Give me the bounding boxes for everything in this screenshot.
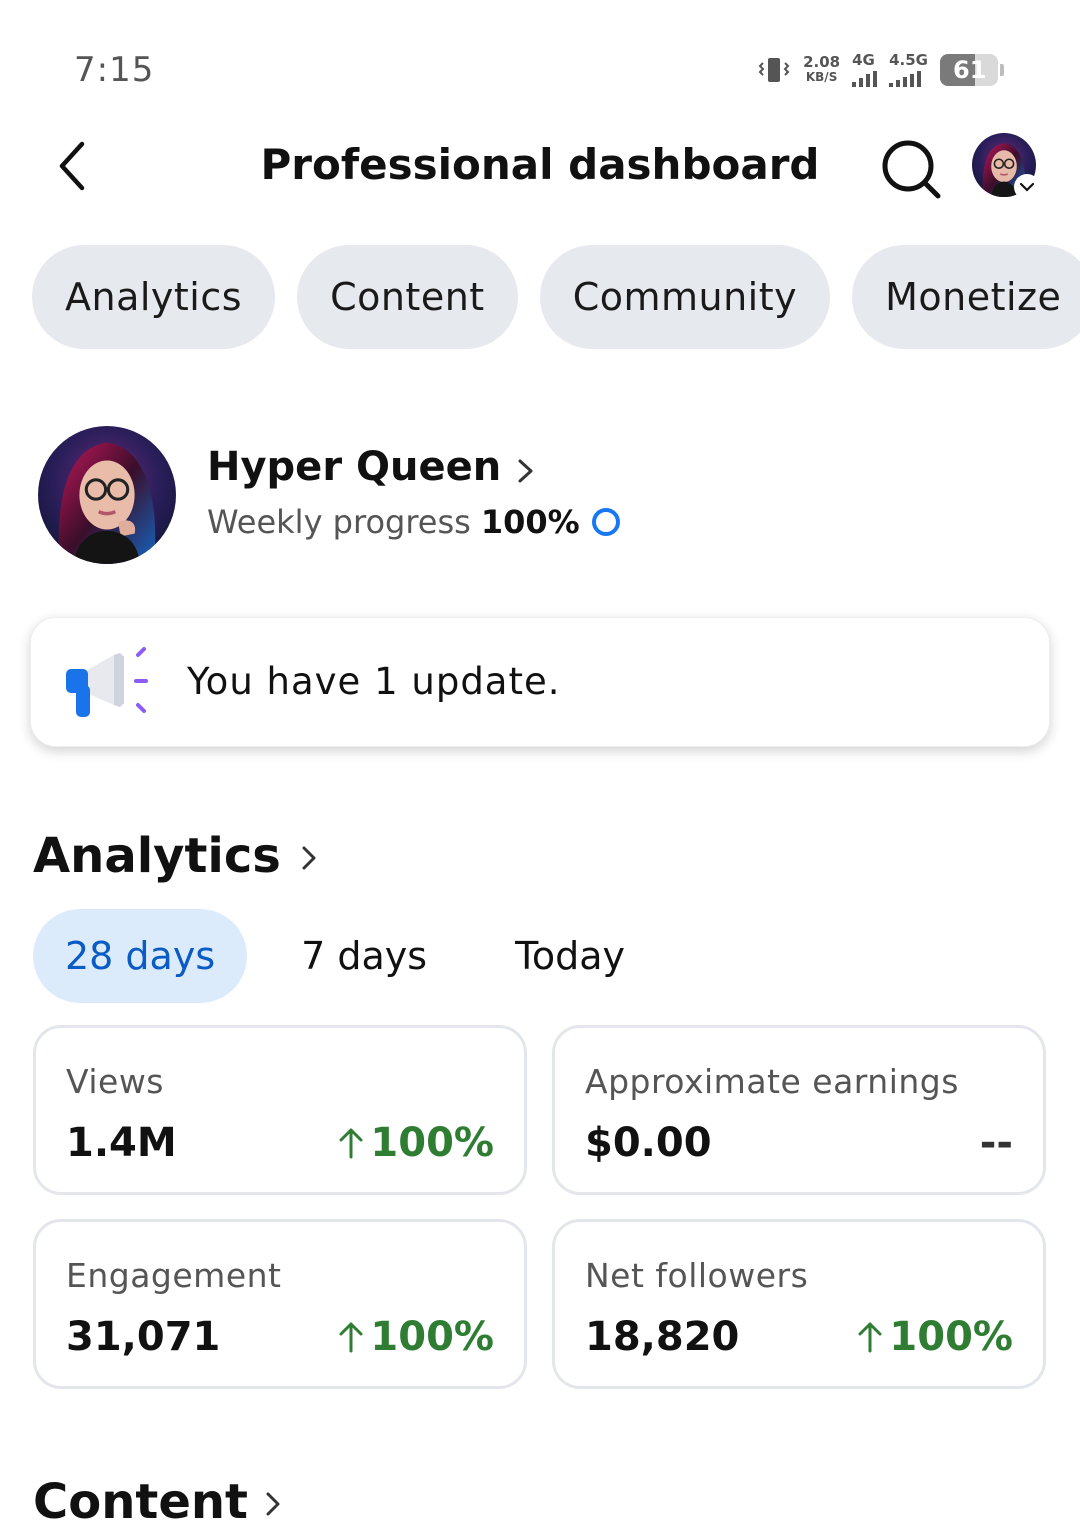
tab-content[interactable]: Content	[297, 245, 518, 349]
tab-analytics[interactable]: Analytics	[32, 245, 276, 349]
search-button[interactable]	[878, 136, 944, 202]
range-28-days[interactable]: 28 days	[33, 909, 248, 1003]
metric-card-earnings[interactable]: Approximate earnings $0.00 --	[552, 1025, 1046, 1195]
chevron-down-icon	[1019, 182, 1035, 192]
profile-avatar[interactable]	[38, 426, 176, 564]
network-speed-value: 2.08	[803, 53, 841, 71]
metric-change: --	[980, 1120, 1013, 1166]
metric-label: Engagement	[66, 1256, 282, 1295]
weekly-progress-value: 100%	[480, 503, 580, 541]
metric-change: 100%	[336, 1120, 494, 1166]
content-chevron[interactable]	[262, 1488, 284, 1520]
metric-change-value: 100%	[889, 1314, 1013, 1360]
analytics-section-title[interactable]: Analytics	[33, 828, 281, 884]
metric-label: Approximate earnings	[585, 1062, 959, 1101]
arrow-up-icon	[339, 1128, 363, 1159]
content-section-title[interactable]: Content	[33, 1474, 248, 1530]
battery-level: 61	[953, 56, 987, 84]
weekly-progress-label: Weekly progress	[207, 503, 471, 541]
network-speed: 2.08 KB/S	[803, 55, 840, 85]
megaphone-icon	[64, 645, 150, 721]
profile-name[interactable]: Hyper Queen	[207, 444, 501, 490]
metric-card-engagement[interactable]: Engagement 31,071 100%	[33, 1219, 527, 1389]
signal-4g: 4G	[852, 51, 878, 87]
profile-chevron[interactable]	[514, 456, 538, 486]
account-switch-button[interactable]	[1014, 174, 1040, 200]
network-type-1: 4G	[852, 51, 875, 69]
analytics-chevron[interactable]	[298, 842, 320, 874]
status-icons: 2.08 KB/S 4G 4.5G 61	[757, 50, 1004, 90]
chevron-right-icon	[518, 459, 533, 483]
dashboard-tabs: Analytics Content Community Monetize	[32, 245, 1080, 349]
range-7-days[interactable]: 7 days	[247, 909, 471, 1003]
metric-label: Net followers	[585, 1256, 809, 1295]
metric-value: $0.00	[585, 1120, 712, 1166]
metric-label: Views	[66, 1062, 165, 1101]
metric-value: 31,071	[66, 1314, 221, 1360]
metric-value: 18,820	[585, 1314, 740, 1360]
update-text: You have 1 update.	[187, 660, 561, 703]
metric-value: 1.4M	[66, 1120, 177, 1166]
search-icon	[882, 140, 941, 199]
range-today[interactable]: Today	[471, 909, 657, 1003]
date-range-tabs: 28 days 7 days Today	[33, 909, 657, 1003]
chevron-right-icon	[266, 1492, 280, 1516]
arrow-up-icon	[339, 1322, 363, 1353]
tab-community[interactable]: Community	[539, 245, 831, 349]
avatar	[38, 426, 176, 564]
battery-icon: 61	[940, 54, 1004, 86]
metric-change: 100%	[336, 1314, 494, 1360]
arrow-up-icon	[858, 1322, 882, 1353]
network-speed-unit: KB/S	[805, 70, 838, 84]
metric-change-value: 100%	[370, 1120, 494, 1166]
network-type-2: 4.5G	[889, 51, 928, 69]
progress-ring-icon	[591, 508, 620, 536]
metric-change-value: --	[979, 1120, 1013, 1166]
metric-change: 100%	[855, 1314, 1013, 1360]
metric-card-views[interactable]: Views 1.4M 100%	[33, 1025, 527, 1195]
vibrate-icon	[757, 53, 791, 87]
chevron-right-icon	[302, 846, 316, 870]
tab-monetize[interactable]: Monetize	[852, 245, 1080, 349]
status-time: 7:15	[74, 50, 155, 90]
signal-bars-icon	[852, 71, 878, 87]
signal-bars-icon	[889, 71, 922, 87]
signal-45g: 4.5G	[889, 53, 928, 87]
weekly-progress: Weekly progress 100%	[207, 503, 620, 541]
metric-card-net-followers[interactable]: Net followers 18,820 100%	[552, 1219, 1046, 1389]
metric-change-value: 100%	[370, 1314, 494, 1360]
